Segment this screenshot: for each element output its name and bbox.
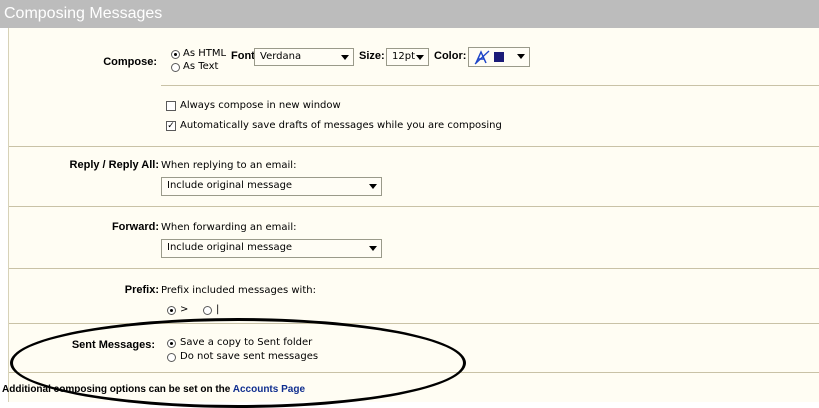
sent-messages-label: Sent Messages: xyxy=(71,339,155,351)
composing-options-panel: Compose: As HTML As Text Font: Verdana S… xyxy=(8,28,819,402)
prefix-label: Prefix: xyxy=(124,284,159,296)
forward-select[interactable]: Include original message xyxy=(161,239,382,258)
forward-select-value: Include original message xyxy=(167,242,293,253)
autosave-drafts-label: Automatically save drafts of messages wh… xyxy=(180,120,502,131)
compose-new-window-label: Always compose in new window xyxy=(180,100,341,111)
footer-text: Additional composing options can be set … xyxy=(2,384,231,395)
prefix-gt-label: > xyxy=(180,304,189,315)
prefix-pipe-label: | xyxy=(216,304,220,315)
chevron-down-icon xyxy=(416,55,424,60)
prefix-pipe-radio[interactable] xyxy=(203,306,212,315)
no-save-sent-radio[interactable] xyxy=(167,353,176,362)
color-swatch xyxy=(494,52,504,62)
divider xyxy=(9,323,819,324)
prefix-gt-radio[interactable] xyxy=(167,306,176,315)
font-select[interactable]: Verdana xyxy=(254,48,354,66)
size-select[interactable]: 12pt xyxy=(386,48,429,66)
autosave-drafts-checkbox[interactable]: ✓ xyxy=(166,121,176,131)
divider xyxy=(161,85,819,86)
prefix-hint: Prefix included messages with: xyxy=(161,285,316,296)
chevron-down-icon xyxy=(369,184,377,189)
color-picker-button[interactable] xyxy=(468,47,530,67)
compose-text-radio[interactable] xyxy=(171,63,180,72)
reply-label: Reply / Reply All: xyxy=(69,159,159,171)
chevron-down-icon xyxy=(341,55,349,60)
forward-hint: When forwarding an email: xyxy=(161,222,297,233)
size-select-value: 12pt xyxy=(392,51,415,62)
forward-label: Forward: xyxy=(111,221,159,233)
color-label: Color: xyxy=(434,50,467,62)
accounts-page-link[interactable]: Accounts Page xyxy=(233,384,305,395)
compose-html-radio[interactable] xyxy=(171,50,180,59)
save-sent-copy-label: Save a copy to Sent folder xyxy=(180,337,313,348)
compose-new-window-checkbox[interactable] xyxy=(166,101,176,111)
section-title: Composing Messages xyxy=(4,5,163,22)
compose-label: Compose: xyxy=(103,56,157,68)
footer-note: Additional composing options can be set … xyxy=(2,384,305,395)
compose-text-label: As Text xyxy=(183,61,219,72)
text-color-icon xyxy=(474,50,490,65)
divider xyxy=(9,268,819,269)
reply-select[interactable]: Include original message xyxy=(161,177,382,196)
section-header: Composing Messages xyxy=(0,0,819,28)
size-label: Size: xyxy=(359,50,385,62)
divider xyxy=(9,206,819,207)
no-save-sent-label: Do not save sent messages xyxy=(180,351,319,362)
chevron-down-icon xyxy=(369,246,377,251)
save-sent-copy-radio[interactable] xyxy=(167,339,176,348)
chevron-down-icon xyxy=(517,54,525,59)
reply-hint: When replying to an email: xyxy=(161,160,297,171)
reply-select-value: Include original message xyxy=(167,180,293,191)
font-select-value: Verdana xyxy=(260,51,302,62)
divider xyxy=(9,146,819,147)
divider xyxy=(9,372,819,373)
compose-html-label: As HTML xyxy=(183,48,227,59)
